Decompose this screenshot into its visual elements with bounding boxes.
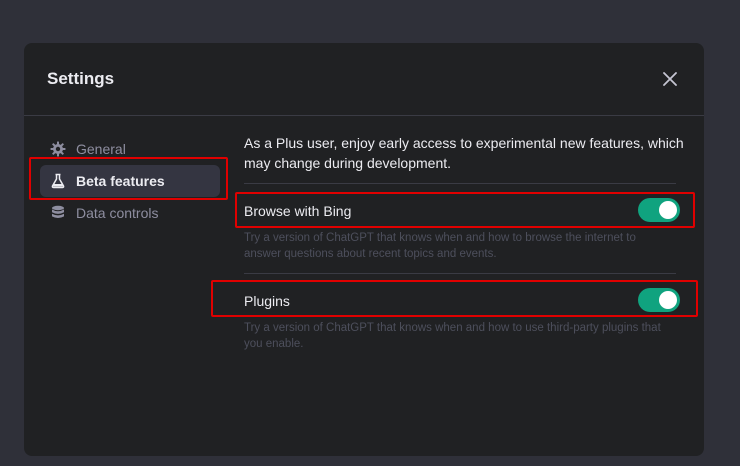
sidebar-item-data-controls[interactable]: Data controls bbox=[40, 197, 220, 229]
plugins-toggle[interactable] bbox=[638, 288, 680, 312]
browse-with-bing-description: Try a version of ChatGPT that knows when… bbox=[244, 232, 636, 260]
sidebar-item-general[interactable]: General bbox=[40, 133, 220, 165]
sidebar-item-beta-features[interactable]: Beta features bbox=[40, 165, 220, 197]
plugins-description: Try a version of ChatGPT that knows when… bbox=[244, 322, 661, 350]
plugins-label: Plugins bbox=[244, 293, 290, 309]
beta-intro-text: As a Plus user, enjoy early access to ex… bbox=[244, 135, 684, 171]
gear-icon bbox=[50, 141, 66, 157]
flask-icon bbox=[50, 173, 66, 189]
modal-header: Settings bbox=[24, 43, 704, 116]
modal-title: Settings bbox=[47, 69, 115, 88]
close-icon bbox=[663, 72, 677, 86]
sidebar-item-label: General bbox=[76, 141, 126, 157]
settings-modal: Settings General Beta features Data cont… bbox=[24, 43, 704, 456]
sidebar-item-label: Data controls bbox=[76, 205, 159, 221]
divider bbox=[244, 273, 676, 274]
sidebar-item-label: Beta features bbox=[76, 173, 165, 189]
browse-with-bing-toggle[interactable] bbox=[638, 198, 680, 222]
browse-with-bing-label: Browse with Bing bbox=[244, 203, 352, 219]
toggle-knob bbox=[659, 291, 677, 309]
close-button[interactable] bbox=[660, 69, 680, 89]
toggle-knob bbox=[659, 201, 677, 219]
divider bbox=[244, 183, 676, 184]
database-icon bbox=[50, 205, 66, 221]
